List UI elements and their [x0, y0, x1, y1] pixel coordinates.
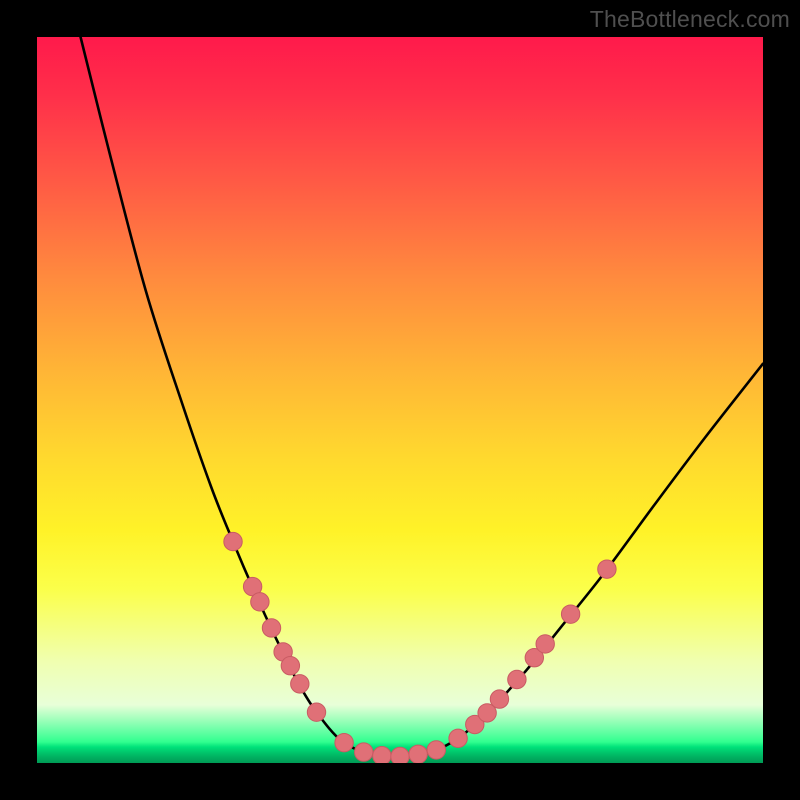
highlight-dot: [391, 747, 409, 763]
highlight-dot: [291, 675, 309, 693]
highlight-dot: [561, 605, 579, 623]
highlight-dot: [251, 593, 269, 611]
dot-cluster: [224, 532, 616, 763]
highlight-dot: [598, 560, 616, 578]
highlight-dot: [449, 729, 467, 747]
highlight-dot: [409, 745, 427, 763]
highlight-dot: [373, 747, 391, 763]
highlight-dot: [307, 703, 325, 721]
highlight-dot: [536, 635, 554, 653]
curve-layer: [37, 37, 763, 763]
chart-frame: TheBottleneck.com: [0, 0, 800, 800]
highlight-dot: [490, 690, 508, 708]
main-curve-path: [81, 37, 763, 757]
highlight-dot: [224, 532, 242, 550]
highlight-dot: [427, 741, 445, 759]
plot-area: [37, 37, 763, 763]
highlight-dot: [262, 619, 280, 637]
watermark-text: TheBottleneck.com: [590, 6, 790, 33]
highlight-dot: [355, 743, 373, 761]
highlight-dot: [508, 670, 526, 688]
highlight-dot: [281, 657, 299, 675]
highlight-dot: [335, 733, 353, 751]
